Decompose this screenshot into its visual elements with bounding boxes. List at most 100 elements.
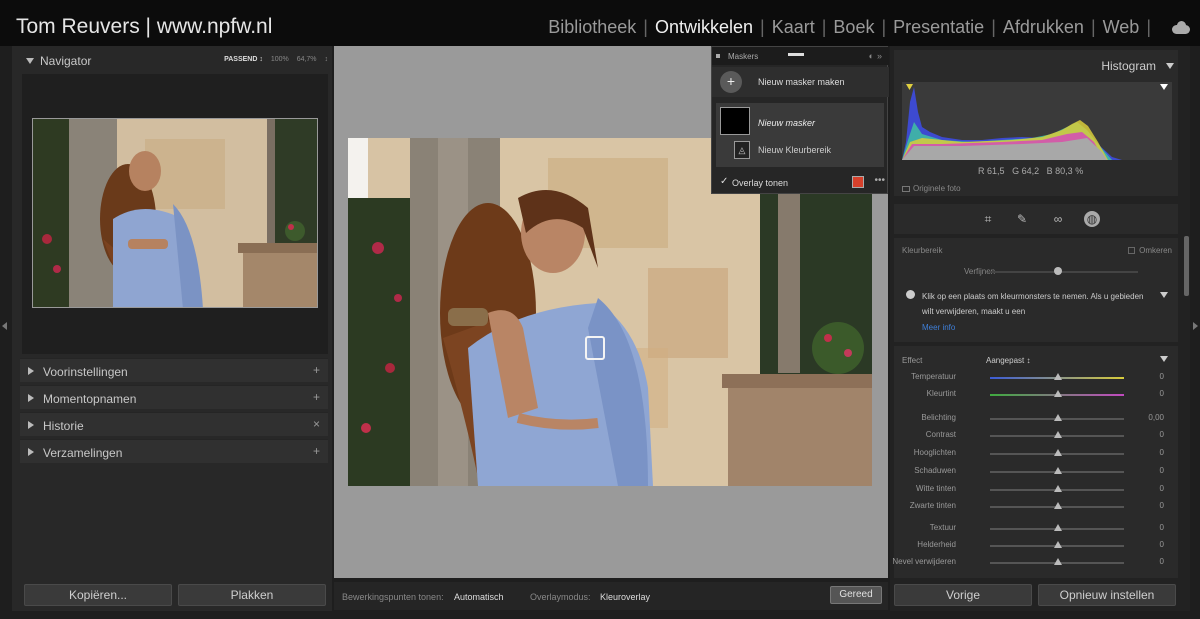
effect-preset-select[interactable]: Aangepast ↕: [986, 356, 1030, 365]
slider-tint[interactable]: Kleurtint 0: [894, 389, 1178, 401]
slider-thumb[interactable]: [1054, 414, 1062, 421]
module-ontwikkelen[interactable]: Ontwikkelen: [653, 17, 755, 38]
more-info-link[interactable]: Meer info: [922, 323, 955, 332]
slider-thumb[interactable]: [1054, 541, 1062, 548]
slider-whites[interactable]: Witte tinten 0: [894, 484, 1178, 496]
collapse-left-panel-arrow-icon[interactable]: [2, 322, 7, 330]
slider-temperature[interactable]: Temperatuur 0: [894, 372, 1178, 384]
paste-settings-button[interactable]: Plakken: [178, 584, 326, 606]
mask-name[interactable]: Nieuw masker: [758, 118, 815, 128]
slider-thumb[interactable]: [1054, 390, 1062, 397]
module-afdrukken[interactable]: Afdrukken: [1001, 17, 1086, 38]
navigator-header[interactable]: Navigator PASSEND ↕ 100% 64,7% ↕: [20, 50, 328, 72]
original-photo-checkbox[interactable]: [902, 185, 910, 192]
slider-value[interactable]: 0: [1160, 501, 1164, 510]
slider-highlights[interactable]: Hooglichten 0: [894, 448, 1178, 460]
submask-name[interactable]: Nieuw Kleurbereik: [758, 145, 831, 155]
slider-value[interactable]: 0: [1160, 523, 1164, 532]
slider-value[interactable]: 0: [1160, 466, 1164, 475]
original-photo-toggle[interactable]: Originele foto: [902, 184, 961, 193]
slider-value[interactable]: 0: [1160, 484, 1164, 493]
module-separator: |: [760, 17, 765, 37]
histogram-title[interactable]: Histogram: [1101, 59, 1156, 73]
create-new-mask-button[interactable]: + Nieuw masker maken: [712, 67, 889, 97]
invert-toggle[interactable]: Omkeren: [1128, 246, 1172, 255]
module-presentatie[interactable]: Presentatie: [891, 17, 986, 38]
slider-value[interactable]: 0: [1160, 372, 1164, 381]
right-panel-scrollbar[interactable]: [1184, 236, 1189, 296]
module-bibliotheek[interactable]: Bibliotheek: [546, 17, 638, 38]
slider-thumb[interactable]: [1054, 524, 1062, 531]
drag-handle-icon[interactable]: [788, 53, 804, 56]
module-separator: |: [821, 17, 827, 37]
section-historie[interactable]: Historie ×: [20, 412, 328, 436]
slider-value[interactable]: 0: [1160, 540, 1164, 549]
slider-value[interactable]: 0: [1160, 557, 1164, 566]
zoom-100[interactable]: 100%: [271, 56, 289, 63]
cloud-icon[interactable]: [1170, 20, 1192, 35]
slider-contrast[interactable]: Contrast 0: [894, 430, 1178, 442]
zoom-fit[interactable]: PASSEND ↕: [224, 56, 263, 63]
slider-value[interactable]: 0: [1160, 389, 1164, 398]
slider-dehaze[interactable]: Nevel verwijderen 0: [892, 557, 1178, 569]
add-snapshot-icon[interactable]: +: [313, 390, 320, 404]
section-voorinstellingen[interactable]: Voorinstellingen +: [20, 358, 328, 382]
show-overlay-checkbox[interactable]: ✓: [720, 176, 728, 187]
slider-thumb[interactable]: [1054, 449, 1062, 456]
slider-clarity[interactable]: Helderheid 0: [894, 540, 1178, 552]
section-verzamelingen[interactable]: Verzamelingen +: [20, 439, 328, 463]
slider-thumb[interactable]: [1054, 467, 1062, 474]
module-boek[interactable]: Boek: [831, 17, 876, 38]
copy-settings-button[interactable]: Kopiëren...: [24, 584, 172, 606]
slider-value[interactable]: 0: [1160, 448, 1164, 457]
navigator-thumbnail[interactable]: [32, 118, 318, 308]
overlay-color-swatch[interactable]: [852, 176, 864, 188]
histogram-chart[interactable]: [902, 82, 1172, 160]
slider-thumb[interactable]: [1054, 431, 1062, 438]
refine-slider[interactable]: [988, 271, 1138, 273]
slider-thumb[interactable]: [1054, 502, 1062, 509]
slider-texture[interactable]: Textuur 0: [894, 523, 1178, 535]
help-collapse-icons[interactable]: ◐»: [869, 51, 885, 61]
more-options-icon[interactable]: •••: [874, 175, 885, 186]
show-overlay-row: ✓ Overlay tonen •••: [712, 173, 889, 193]
masks-header[interactable]: Maskers ◐»: [712, 47, 889, 65]
clear-history-icon[interactable]: ×: [313, 417, 320, 431]
module-kaart[interactable]: Kaart: [770, 17, 817, 38]
overlay-mode-select[interactable]: Kleuroverlay: [600, 592, 650, 602]
masking-icon[interactable]: ◍: [1084, 211, 1100, 227]
zoom-custom[interactable]: 64,7%: [297, 56, 317, 63]
add-preset-icon[interactable]: +: [313, 363, 320, 377]
add-collection-icon[interactable]: +: [313, 444, 320, 458]
slider-thumb[interactable]: [1054, 485, 1062, 492]
slider-blacks[interactable]: Zwarte tinten 0: [894, 501, 1178, 513]
section-label: Momentopnamen: [43, 392, 137, 406]
slider-thumb[interactable]: [1054, 373, 1062, 380]
done-button[interactable]: Gereed: [830, 586, 882, 604]
red-eye-icon[interactable]: ∞: [1050, 211, 1066, 227]
reset-button[interactable]: Opnieuw instellen: [1038, 584, 1176, 606]
add-mask-icon: +: [720, 71, 742, 93]
slider-value[interactable]: 0: [1160, 430, 1164, 439]
section-momentopnamen[interactable]: Momentopnamen +: [20, 385, 328, 409]
slider-exposure[interactable]: Belichting 0,00: [894, 413, 1178, 425]
heal-icon[interactable]: ✎: [1014, 211, 1030, 227]
collapse-triangle-icon[interactable]: [1160, 356, 1168, 362]
slider-thumb[interactable]: [1054, 558, 1062, 565]
previous-button[interactable]: Vorige: [894, 584, 1032, 606]
refine-slider-knob[interactable]: [1054, 267, 1062, 275]
collapse-right-panel-arrow-icon[interactable]: [1193, 322, 1198, 330]
crop-icon[interactable]: ⌗: [980, 211, 996, 227]
zoom-menu[interactable]: ↕: [325, 56, 329, 63]
expand-hint-triangle-icon[interactable]: [1160, 292, 1168, 298]
module-web[interactable]: Web: [1101, 17, 1142, 38]
slider-shadows[interactable]: Schaduwen 0: [894, 466, 1178, 478]
mask-list-item[interactable]: Nieuw masker ◬ Nieuw Kleurbereik: [716, 103, 884, 167]
invert-checkbox[interactable]: [1128, 247, 1136, 255]
collapse-triangle-icon[interactable]: [1166, 63, 1174, 69]
edit-pins-select[interactable]: Automatisch: [454, 592, 504, 602]
color-range-title: Kleurbereik: [902, 246, 943, 255]
section-label: Verzamelingen: [43, 446, 123, 460]
slider-value[interactable]: 0,00: [1148, 413, 1164, 422]
expand-triangle-icon: [28, 448, 34, 456]
